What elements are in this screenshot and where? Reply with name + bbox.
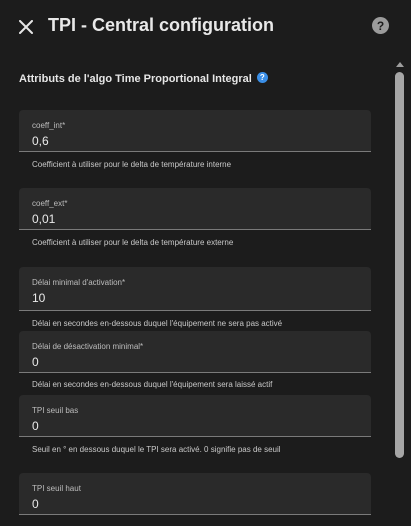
coeff-int-field[interactable]: coeff_int* 0,6	[19, 110, 371, 152]
close-icon	[19, 20, 33, 34]
coeff-ext-field[interactable]: coeff_ext* 0,01	[19, 188, 371, 230]
field-value[interactable]: 0	[32, 355, 39, 369]
field-value[interactable]: 0,01	[32, 212, 55, 226]
min-deactivation-delay-field[interactable]: Délai de désactivation minimal* 0	[19, 331, 371, 373]
field-value[interactable]: 10	[32, 291, 45, 305]
field-label: TPI seuil haut	[32, 484, 81, 493]
field-value[interactable]: 0	[32, 419, 39, 433]
dialog-header: TPI - Central configuration ?	[0, 0, 411, 52]
field-helper-text: Délai en secondes en-dessous duquel l'éq…	[32, 319, 283, 328]
help-button[interactable]: ?	[372, 17, 389, 34]
field-value[interactable]: 0	[32, 497, 39, 511]
min-activation-delay-field[interactable]: Délai minimal d'activation* 10	[19, 267, 371, 311]
scrollbar[interactable]	[394, 62, 405, 526]
field-label: Délai minimal d'activation*	[32, 278, 126, 287]
help-circle-icon: ?	[376, 18, 385, 33]
field-label: coeff_ext*	[32, 199, 68, 208]
field-label: coeff_int*	[32, 121, 66, 130]
field-helper-text: Coefficient à utiliser pour le delta de …	[32, 160, 232, 169]
tpi-low-threshold-field[interactable]: TPI seuil bas 0	[19, 395, 371, 437]
dialog-title: TPI - Central configuration	[48, 15, 275, 35]
field-label: TPI seuil bas	[32, 406, 79, 415]
config-dialog: TPI - Central configuration ? Attributs …	[0, 0, 411, 526]
field-label: Délai de désactivation minimal*	[32, 342, 144, 351]
field-helper-text: Coefficient à utiliser pour le delta de …	[32, 238, 234, 247]
field-helper-text: Seuil en ° en dessous duquel le TPI sera…	[32, 445, 281, 454]
section-title: Attributs de l'algo Time Proportional In…	[19, 72, 268, 85]
close-button[interactable]	[13, 14, 39, 40]
scroll-up-arrow-icon[interactable]	[396, 62, 404, 67]
field-value[interactable]: 0,6	[32, 134, 49, 148]
section-title-text: Attributs de l'algo Time Proportional In…	[19, 73, 252, 85]
scrollbar-thumb[interactable]	[395, 72, 404, 458]
info-circle-icon[interactable]: ?	[256, 72, 268, 83]
tpi-high-threshold-field[interactable]: TPI seuil haut 0	[19, 473, 371, 515]
field-helper-text: Délai en secondes en-dessous duquel l'éq…	[32, 380, 273, 389]
